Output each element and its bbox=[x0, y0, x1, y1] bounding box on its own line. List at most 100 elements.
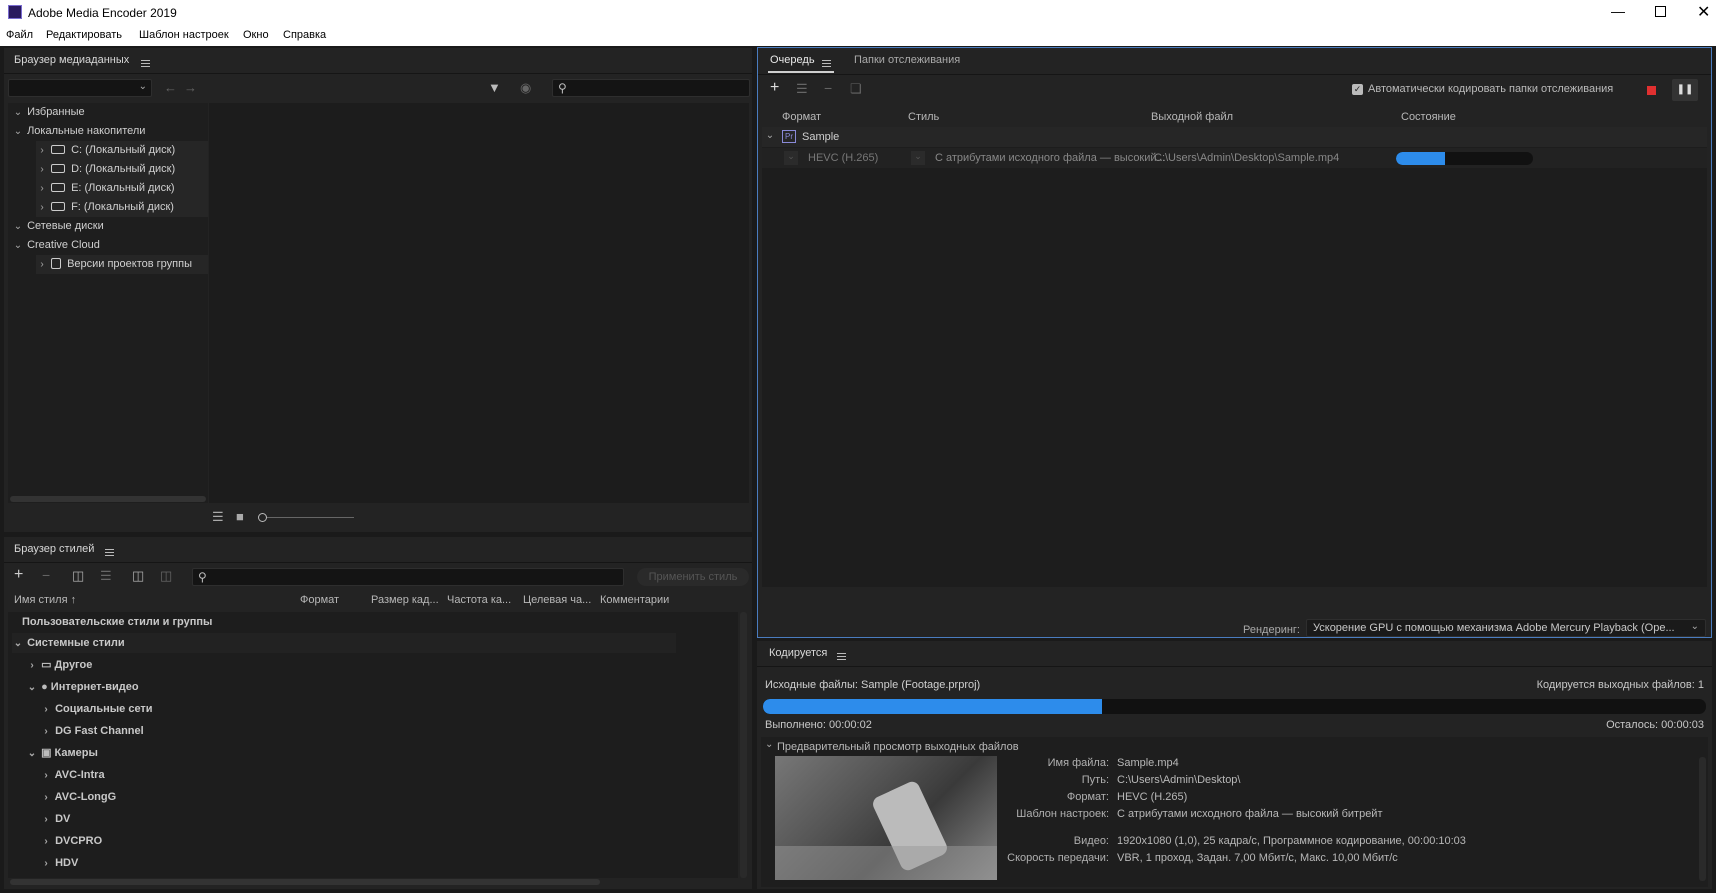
style-list-hscroll[interactable] bbox=[10, 879, 600, 885]
encoding-panel: Кодируется Исходные файлы: Sample (Foota… bbox=[757, 641, 1712, 889]
filter-icon[interactable]: ▼ bbox=[488, 81, 501, 95]
back-arrow-icon[interactable]: ← bbox=[164, 81, 177, 95]
panel-menu-icon[interactable] bbox=[141, 60, 150, 67]
chevron-right-icon: › bbox=[40, 183, 44, 194]
style-item-avc-intra[interactable]: › AVC-Intra bbox=[40, 765, 704, 785]
style-item-social[interactable]: › Социальные сети bbox=[40, 699, 704, 719]
add-source-icon[interactable]: + bbox=[770, 80, 779, 96]
add-preset-icon[interactable]: + bbox=[14, 567, 23, 583]
style-list-vscroll[interactable] bbox=[740, 612, 747, 878]
column-target-rate[interactable]: Целевая ча... bbox=[523, 594, 591, 606]
remove-icon[interactable]: − bbox=[824, 81, 832, 95]
tree-item-team-projects[interactable]: › Версии проектов группы bbox=[36, 255, 208, 274]
auto-encode-checkbox[interactable]: ✓ bbox=[1352, 84, 1363, 95]
style-item-hdv[interactable]: › HDV bbox=[40, 853, 704, 873]
column-status[interactable]: Состояние bbox=[1401, 111, 1456, 123]
minimize-button[interactable]: — bbox=[1611, 3, 1625, 19]
location-dropdown[interactable]: ⌄ bbox=[8, 79, 152, 97]
column-output-file[interactable]: Выходной файл bbox=[1151, 111, 1233, 123]
chevron-down-icon: ⌄ bbox=[765, 130, 775, 141]
tree-item-drive-d[interactable]: › D: (Локальный диск) bbox=[36, 160, 208, 179]
output-file-path[interactable]: C:\Users\Admin\Desktop\Sample.mp4 bbox=[1154, 152, 1339, 164]
settings-icon[interactable]: ☰ bbox=[796, 82, 808, 96]
panel-menu-icon[interactable] bbox=[822, 60, 831, 67]
queue-output-row[interactable]: ⌄ HEVC (H.265) ⌄ С атрибутами исходного … bbox=[762, 148, 1707, 168]
style-item-dvcpro[interactable]: › DVCPRO bbox=[40, 831, 704, 851]
detail-label-video: Видео: bbox=[1073, 835, 1109, 847]
queue-item-source[interactable]: ⌄ Pr Sample bbox=[762, 127, 1707, 147]
zoom-slider[interactable] bbox=[262, 517, 354, 518]
column-format[interactable]: Формат bbox=[782, 111, 821, 123]
style-group-cameras[interactable]: ⌄ ▣ Камеры bbox=[26, 743, 690, 763]
export-icon[interactable]: ◫ bbox=[160, 569, 172, 583]
chevron-down-icon[interactable]: ⌄ bbox=[765, 739, 773, 750]
media-content-area bbox=[209, 103, 749, 503]
forward-arrow-icon[interactable]: → bbox=[184, 81, 197, 95]
zoom-slider-handle[interactable] bbox=[258, 513, 267, 522]
tree-item-drive-f[interactable]: › F: (Локальный диск) bbox=[36, 198, 208, 217]
column-comments[interactable]: Комментарии bbox=[600, 594, 669, 606]
column-frame-rate[interactable]: Частота ка... bbox=[447, 594, 511, 606]
tree-scrollbar[interactable] bbox=[10, 496, 206, 502]
column-format[interactable]: Формат bbox=[300, 594, 339, 606]
style-group-other[interactable]: › ▭ Другое bbox=[26, 655, 690, 675]
style-search-input[interactable]: ⚲ bbox=[192, 568, 624, 586]
view-toggle-icon[interactable]: ◉ bbox=[520, 81, 531, 95]
settings-icon[interactable]: ☰ bbox=[100, 569, 112, 583]
tree-item-local-drives[interactable]: ⌄ Локальные накопители bbox=[12, 122, 146, 141]
render-dropdown[interactable]: Ускорение GPU с помощью механизма Adobe … bbox=[1306, 619, 1706, 637]
chevron-right-icon: › bbox=[40, 259, 44, 270]
encoding-progress-bar bbox=[763, 699, 1706, 714]
encoding-output-count: Кодируется выходных файлов: 1 bbox=[1536, 679, 1704, 691]
tab-watch-folders[interactable]: Папки отслеживания bbox=[854, 54, 960, 66]
menu-preset[interactable]: Шаблон настроек bbox=[139, 29, 229, 41]
preview-scrollbar[interactable] bbox=[1699, 757, 1706, 881]
media-tree: ⌄ Избранные ⌄ Локальные накопители › C: … bbox=[8, 103, 208, 503]
group-icon[interactable]: ◫ bbox=[72, 569, 84, 583]
tree-item-drive-e[interactable]: › E: (Локальный диск) bbox=[36, 179, 208, 198]
chevron-down-icon: ⌄ bbox=[13, 107, 23, 118]
menu-file[interactable]: Файл bbox=[6, 29, 33, 41]
chevron-down-icon: ⌄ bbox=[27, 682, 37, 693]
tree-item-network-drives[interactable]: ⌄ Сетевые диски bbox=[12, 217, 104, 236]
output-preset[interactable]: С атрибутами исходного файла — высокий..… bbox=[935, 152, 1166, 164]
chevron-down-icon: ⌄ bbox=[138, 81, 147, 92]
remove-preset-icon[interactable]: − bbox=[42, 568, 50, 582]
menu-edit[interactable]: Редактировать bbox=[46, 29, 122, 41]
column-style-name[interactable]: Имя стиля ↑ bbox=[14, 594, 76, 606]
style-group-system[interactable]: ⌄ Системные стили bbox=[12, 633, 676, 653]
import-icon[interactable]: ◫ bbox=[132, 569, 144, 583]
style-group-web-video[interactable]: ⌄ ● Интернет-видео bbox=[26, 677, 690, 697]
close-button[interactable]: ✕ bbox=[1697, 2, 1710, 22]
style-item-avc-longg[interactable]: › AVC-LongG bbox=[40, 787, 704, 807]
icon-view-icon[interactable]: ■ bbox=[236, 510, 244, 524]
tree-item-favorites[interactable]: ⌄ Избранные bbox=[12, 103, 85, 122]
chevron-right-icon: › bbox=[40, 164, 44, 175]
pause-button[interactable]: ❚❚ bbox=[1672, 79, 1698, 101]
apply-style-button[interactable]: Применить стиль bbox=[637, 568, 749, 586]
media-search-input[interactable]: ⚲ bbox=[552, 79, 750, 97]
panel-menu-icon[interactable] bbox=[837, 653, 846, 660]
panel-menu-icon[interactable] bbox=[105, 549, 114, 556]
queue-list: ⌄ Pr Sample ⌄ HEVC (H.265) ⌄ С атрибутам… bbox=[762, 127, 1707, 587]
render-label: Рендеринг: bbox=[1243, 624, 1300, 636]
tree-item-creative-cloud[interactable]: ⌄ Creative Cloud bbox=[12, 236, 100, 255]
duplicate-icon[interactable]: ❏ bbox=[850, 82, 862, 96]
menu-window[interactable]: Окно bbox=[243, 29, 269, 41]
list-view-icon[interactable]: ☰ bbox=[212, 510, 224, 524]
style-group-user[interactable]: Пользовательские стили и группы bbox=[22, 612, 686, 632]
title-bar: Adobe Media Encoder 2019 — ✕ bbox=[0, 0, 1716, 26]
preset-dropdown-icon[interactable]: ⌄ bbox=[911, 151, 925, 165]
maximize-button[interactable] bbox=[1655, 6, 1666, 17]
tab-queue[interactable]: Очередь bbox=[770, 54, 815, 66]
column-frame-size[interactable]: Размер кад... bbox=[371, 594, 439, 606]
stop-button[interactable] bbox=[1647, 86, 1656, 95]
menu-help[interactable]: Справка bbox=[283, 29, 326, 41]
format-dropdown-icon[interactable]: ⌄ bbox=[784, 151, 798, 165]
tree-item-drive-c[interactable]: › C: (Локальный диск) bbox=[36, 141, 208, 160]
style-item-dv[interactable]: › DV bbox=[40, 809, 704, 829]
style-item-dg-fast-channel[interactable]: › DG Fast Channel bbox=[40, 721, 704, 741]
chevron-right-icon: › bbox=[44, 704, 48, 715]
column-preset[interactable]: Стиль bbox=[908, 111, 939, 123]
output-format[interactable]: HEVC (H.265) bbox=[808, 152, 878, 164]
